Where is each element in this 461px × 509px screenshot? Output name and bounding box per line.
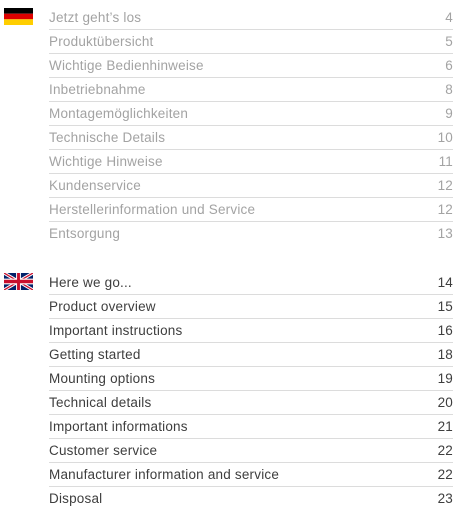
germany-flag-icon bbox=[4, 8, 33, 25]
toc-entry-page: 19 bbox=[437, 370, 453, 386]
toc-entry[interactable]: Disposal 23 bbox=[49, 487, 453, 509]
toc-entry-title: Inbetriebnahme bbox=[49, 81, 146, 97]
toc-entry[interactable]: Important informations 21 bbox=[49, 415, 453, 437]
toc-entry-title: Montagemöglichkeiten bbox=[49, 105, 189, 121]
toc-entry-page: 12 bbox=[437, 201, 453, 217]
toc-entry-title: Customer service bbox=[49, 442, 158, 458]
toc-entry-page: 15 bbox=[437, 298, 453, 314]
toc-entry[interactable]: Jetzt geht’s los 4 bbox=[49, 6, 453, 28]
toc-entry[interactable]: Produktübersicht 5 bbox=[49, 30, 453, 52]
toc-entry-page: 10 bbox=[437, 129, 453, 145]
toc-entry[interactable]: Important instructions 16 bbox=[49, 319, 453, 341]
toc-entry-page: 11 bbox=[438, 153, 453, 169]
toc-entry-title: Important informations bbox=[49, 418, 188, 434]
toc-entry[interactable]: Kundenservice 12 bbox=[49, 174, 453, 196]
toc-entry-title: Getting started bbox=[49, 346, 141, 362]
toc-entry[interactable]: Getting started 18 bbox=[49, 343, 453, 365]
toc-entry[interactable]: Wichtige Bedienhinweise 6 bbox=[49, 54, 453, 76]
toc-entry-title: Wichtige Hinweise bbox=[49, 153, 163, 169]
toc-entry[interactable]: Customer service 22 bbox=[49, 439, 453, 461]
toc-entry-page: 8 bbox=[445, 81, 453, 97]
toc-entry-page: 5 bbox=[445, 33, 453, 49]
uk-flag-icon bbox=[4, 273, 33, 290]
toc-entry-page: 12 bbox=[437, 177, 453, 193]
toc-entry-title: Product overview bbox=[49, 298, 156, 314]
toc-entry[interactable]: Here we go... 14 bbox=[49, 271, 453, 293]
toc-entry-title: Herstellerinformation und Service bbox=[49, 201, 256, 217]
toc-entry-title: Important instructions bbox=[49, 322, 183, 338]
toc-entry-title: Here we go... bbox=[49, 274, 132, 290]
toc-entry[interactable]: Herstellerinformation und Service 12 bbox=[49, 198, 453, 220]
toc-entry[interactable]: Wichtige Hinweise 11 bbox=[49, 150, 453, 172]
toc-entry-title: Kundenservice bbox=[49, 177, 141, 193]
toc-entry-page: 20 bbox=[437, 394, 453, 410]
toc-entry-title: Produktübersicht bbox=[49, 33, 154, 49]
toc-entry[interactable]: Inbetriebnahme 8 bbox=[49, 78, 453, 100]
toc-entry-page: 13 bbox=[437, 225, 453, 241]
toc-entry-title: Disposal bbox=[49, 490, 103, 506]
toc-entry-page: 22 bbox=[437, 442, 453, 458]
toc-entry-page: 22 bbox=[437, 466, 453, 482]
toc-entry-title: Entsorgung bbox=[49, 225, 121, 241]
toc-entry[interactable]: Entsorgung 13 bbox=[49, 222, 453, 244]
toc-entry-title: Technical details bbox=[49, 394, 152, 410]
toc-entry[interactable]: Product overview 15 bbox=[49, 295, 453, 317]
toc-entry-page: 18 bbox=[437, 346, 453, 362]
toc-entry-page: 4 bbox=[445, 9, 453, 25]
toc-entry[interactable]: Technische Details 10 bbox=[49, 126, 453, 148]
toc-entry-title: Manufacturer information and service bbox=[49, 466, 280, 482]
toc-entry-page: 23 bbox=[437, 490, 453, 506]
toc-entry-page: 6 bbox=[445, 57, 453, 73]
toc-entry-page: 21 bbox=[437, 418, 453, 434]
toc-entry[interactable]: Mounting options 19 bbox=[49, 367, 453, 389]
toc-entry-page: 9 bbox=[445, 105, 453, 121]
toc-entry[interactable]: Montagemöglichkeiten 9 bbox=[49, 102, 453, 124]
toc-entry-title: Wichtige Bedienhinweise bbox=[49, 57, 204, 73]
toc-entry-title: Technische Details bbox=[49, 129, 166, 145]
toc-entry-page: 14 bbox=[437, 274, 453, 290]
toc-entry[interactable]: Manufacturer information and service 22 bbox=[49, 463, 453, 485]
toc-entry-title: Jetzt geht’s los bbox=[49, 9, 142, 25]
toc-entry-title: Mounting options bbox=[49, 370, 156, 386]
toc-entry-page: 16 bbox=[437, 322, 453, 338]
toc-entry[interactable]: Technical details 20 bbox=[49, 391, 453, 413]
